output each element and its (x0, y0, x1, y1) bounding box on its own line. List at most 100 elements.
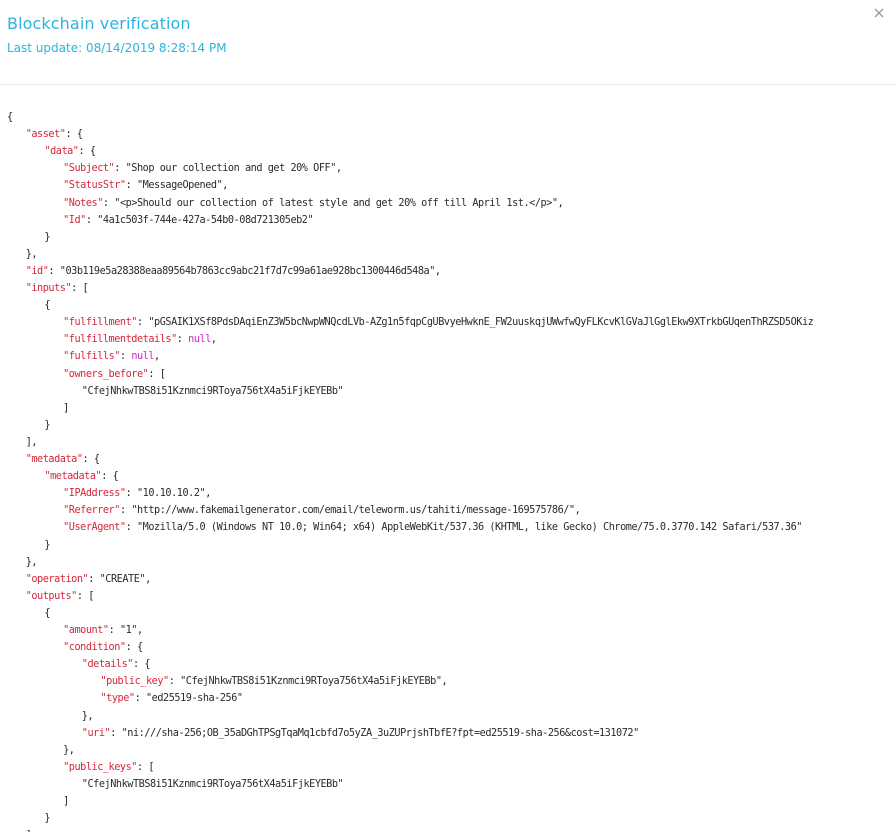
json-line: } (44, 810, 50, 827)
json-punctuation: , (557, 197, 564, 209)
json-key: "metadata" (44, 471, 102, 483)
json-punctuation: : { (78, 146, 97, 158)
json-string-value: "CfejNhkwTBS8i51Kznmci9RToya756tX4a5iFjk… (180, 676, 442, 688)
json-punctuation: , (205, 488, 211, 500)
json-key: "id" (25, 265, 49, 277)
dialog-header: Blockchain verification Last update: 08/… (0, 0, 895, 85)
json-key: "Id" (63, 214, 86, 226)
json-string-value: "Shop our collection and get 20% OFF" (125, 163, 337, 175)
json-punctuation: , (222, 180, 228, 192)
close-icon[interactable] (870, 4, 888, 22)
json-punctuation: , (210, 334, 217, 346)
json-key: "condition" (63, 642, 126, 654)
json-key: "operation" (25, 573, 89, 585)
json-line: "Referrer": "http://www.fakemailgenerato… (63, 502, 581, 519)
json-punctuation: : { (132, 659, 151, 671)
json-line: "outputs": [ (25, 588, 95, 605)
json-line: "condition": { (63, 639, 143, 656)
json-line: "Subject": "Shop our collection and get … (63, 160, 342, 177)
json-line: ], (25, 434, 38, 451)
json-line: "owners_before": [ (63, 366, 166, 383)
json-line: "CfejNhkwTBS8i51Kznmci9RToya756tX4a5iFjk… (81, 776, 344, 793)
json-punctuation: : (110, 727, 122, 739)
json-punctuation: , (154, 351, 160, 363)
json-line: "UserAgent": "Mozilla/5.0 (Windows NT 10… (63, 519, 802, 536)
json-line: { (7, 109, 13, 126)
json-punctuation: : (48, 265, 60, 277)
json-line: { (44, 297, 50, 314)
json-line: "details": { (81, 656, 151, 673)
json-punctuation: }, (81, 710, 94, 722)
json-string-value: "CfejNhkwTBS8i51Kznmci9RToya756tX4a5iFjk… (81, 778, 344, 790)
json-punctuation: : { (125, 642, 144, 654)
json-punctuation: } (44, 419, 51, 431)
json-key: "outputs" (25, 590, 78, 602)
json-line: "Notes": "<p>Should our collection of la… (63, 195, 564, 212)
json-line: } (44, 417, 50, 434)
json-string-value: "<p>Should our collection of latest styl… (114, 197, 558, 209)
json-punctuation: { (44, 607, 51, 619)
dialog-title: Blockchain verification (7, 14, 191, 33)
json-key: "fulfillment" (63, 317, 137, 329)
json-line: { (44, 605, 50, 622)
json-line: ] (63, 400, 69, 417)
json-line: }, (26, 554, 38, 571)
json-punctuation: , (145, 573, 151, 585)
json-string-value: "10.10.10.2" (137, 488, 206, 500)
json-line: "IPAddress": "10.10.10.2", (63, 485, 211, 502)
json-key: "uri" (81, 727, 111, 739)
json-null-value: null (188, 334, 211, 346)
json-key: "asset" (25, 129, 66, 141)
json-key: "Subject" (63, 163, 115, 175)
json-string-value: "ed25519-sha-256" (145, 693, 243, 705)
json-punctuation: , (441, 676, 448, 688)
json-line: } (44, 537, 50, 554)
json-punctuation: : (88, 573, 100, 585)
json-line: "amount": "1", (63, 622, 143, 639)
json-punctuation: : (119, 505, 132, 517)
json-line: "metadata": { (44, 468, 118, 485)
json-punctuation: : (136, 317, 149, 329)
json-punctuation: , (137, 625, 143, 636)
json-key: "details" (81, 659, 134, 671)
json-punctuation: , (574, 505, 581, 517)
json-line: "metadata": { (26, 451, 100, 468)
json-key: "data" (44, 146, 79, 158)
json-string-value: "CREATE" (99, 573, 146, 585)
json-punctuation: : (176, 334, 189, 346)
json-key: "IPAddress" (63, 488, 126, 500)
json-line: "id": "03b119e5a28388eaa89564b7863cc9abc… (26, 263, 441, 280)
json-line: "CfejNhkwTBS8i51Kznmci9RToya756tX4a5iFjk… (82, 383, 344, 400)
json-line: "StatusStr": "MessageOpened", (63, 177, 228, 194)
blockchain-verification-dialog: Blockchain verification Last update: 08/… (0, 0, 895, 832)
json-punctuation: : { (101, 471, 119, 483)
json-viewer: {"asset": {"data": {"Subject": "Shop our… (0, 109, 895, 832)
json-punctuation: : (102, 197, 115, 209)
json-key: "Referrer" (63, 505, 120, 517)
json-punctuation: : (114, 163, 126, 175)
json-key: "metadata" (25, 454, 83, 465)
json-key: "fulfills" (63, 351, 120, 363)
json-line: "fulfills": null, (63, 348, 160, 365)
json-punctuation: ] (63, 796, 69, 807)
json-key: "Notes" (63, 197, 103, 209)
json-key: "fulfillmentdetails" (63, 334, 177, 346)
json-punctuation: : (119, 351, 132, 363)
json-punctuation: : [ (148, 368, 166, 380)
json-key: "owners_before" (63, 368, 149, 380)
json-line: "data": { (44, 143, 97, 160)
json-key: "public_keys" (63, 761, 137, 773)
json-punctuation: }, (25, 248, 38, 260)
json-string-value: "Mozilla/5.0 (Windows NT 10.0; Win64; x6… (137, 522, 802, 534)
json-punctuation: : [ (76, 590, 95, 602)
json-punctuation: { (7, 112, 13, 123)
json-line: }, (81, 708, 94, 725)
json-punctuation: : (108, 625, 120, 636)
json-punctuation: : (134, 693, 146, 705)
json-string-value: "03b119e5a28388eaa89564b7863cc9abc21f7d7… (59, 265, 436, 277)
last-update-text: Last update: 08/14/2019 8:28:14 PM (7, 41, 227, 55)
json-line: "public_key": "CfejNhkwTBS8i51Kznmci9RTo… (101, 673, 448, 690)
json-string-value: "1" (119, 625, 138, 636)
json-punctuation: ], (25, 436, 38, 448)
json-string-value: "pGSAIK1XSf8PdsDAqiEnZ3W5bcNwpWNQcdLVb-A… (148, 317, 814, 329)
